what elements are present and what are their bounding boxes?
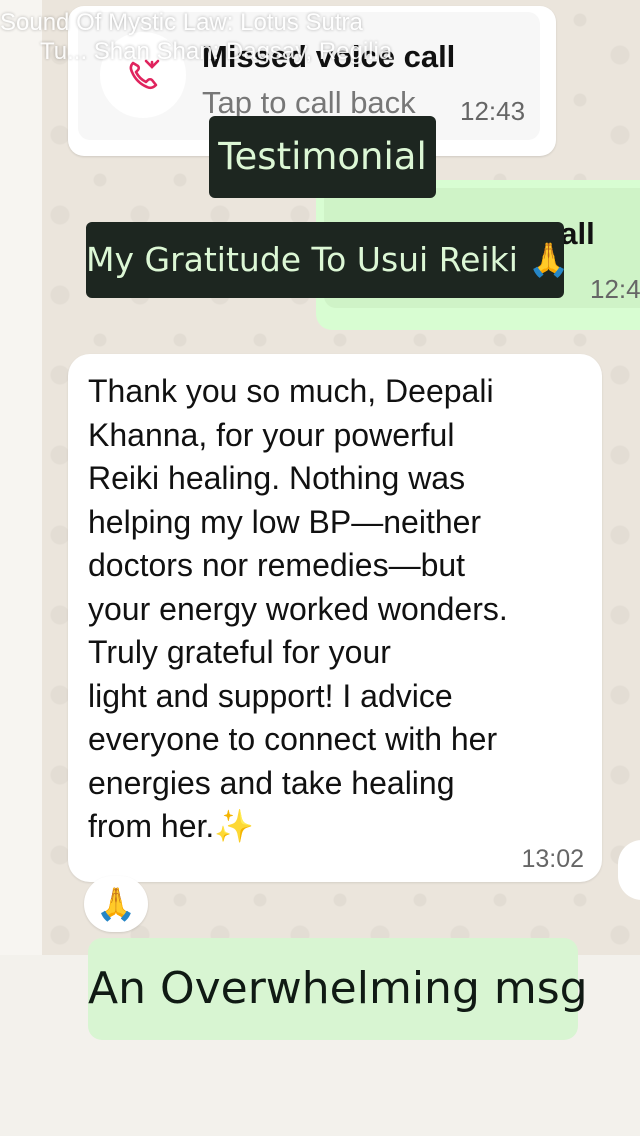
reaction-badge[interactable]: 🙏 bbox=[84, 876, 148, 932]
voice-call-time: 12:4 bbox=[590, 274, 640, 304]
message-text: Thank you so much, Deepali Khanna, for y… bbox=[88, 373, 508, 844]
music-ticker-line-1: Sound Of Mystic Law: Lotus Sutra bbox=[0, 9, 363, 36]
gratitude-label: My Gratitude To Usui Reiki 🙏 bbox=[86, 222, 564, 298]
message-time: 13:02 bbox=[521, 845, 584, 873]
incoming-message-bubble[interactable]: Thank you so much, Deepali Khanna, for y… bbox=[68, 354, 602, 882]
testimonial-label: Testimonial bbox=[209, 116, 436, 198]
footer-caption: An Overwhelming msg bbox=[88, 938, 588, 1040]
music-ticker: Sound Of Mystic Law: Lotus Sutra Tu... S… bbox=[0, 8, 640, 66]
missed-call-time: 12:43 bbox=[460, 96, 526, 126]
left-edge-strip bbox=[0, 0, 42, 955]
music-ticker-line-2: Tu... Shan Shan: Dagsay, Regilia bbox=[40, 38, 393, 65]
